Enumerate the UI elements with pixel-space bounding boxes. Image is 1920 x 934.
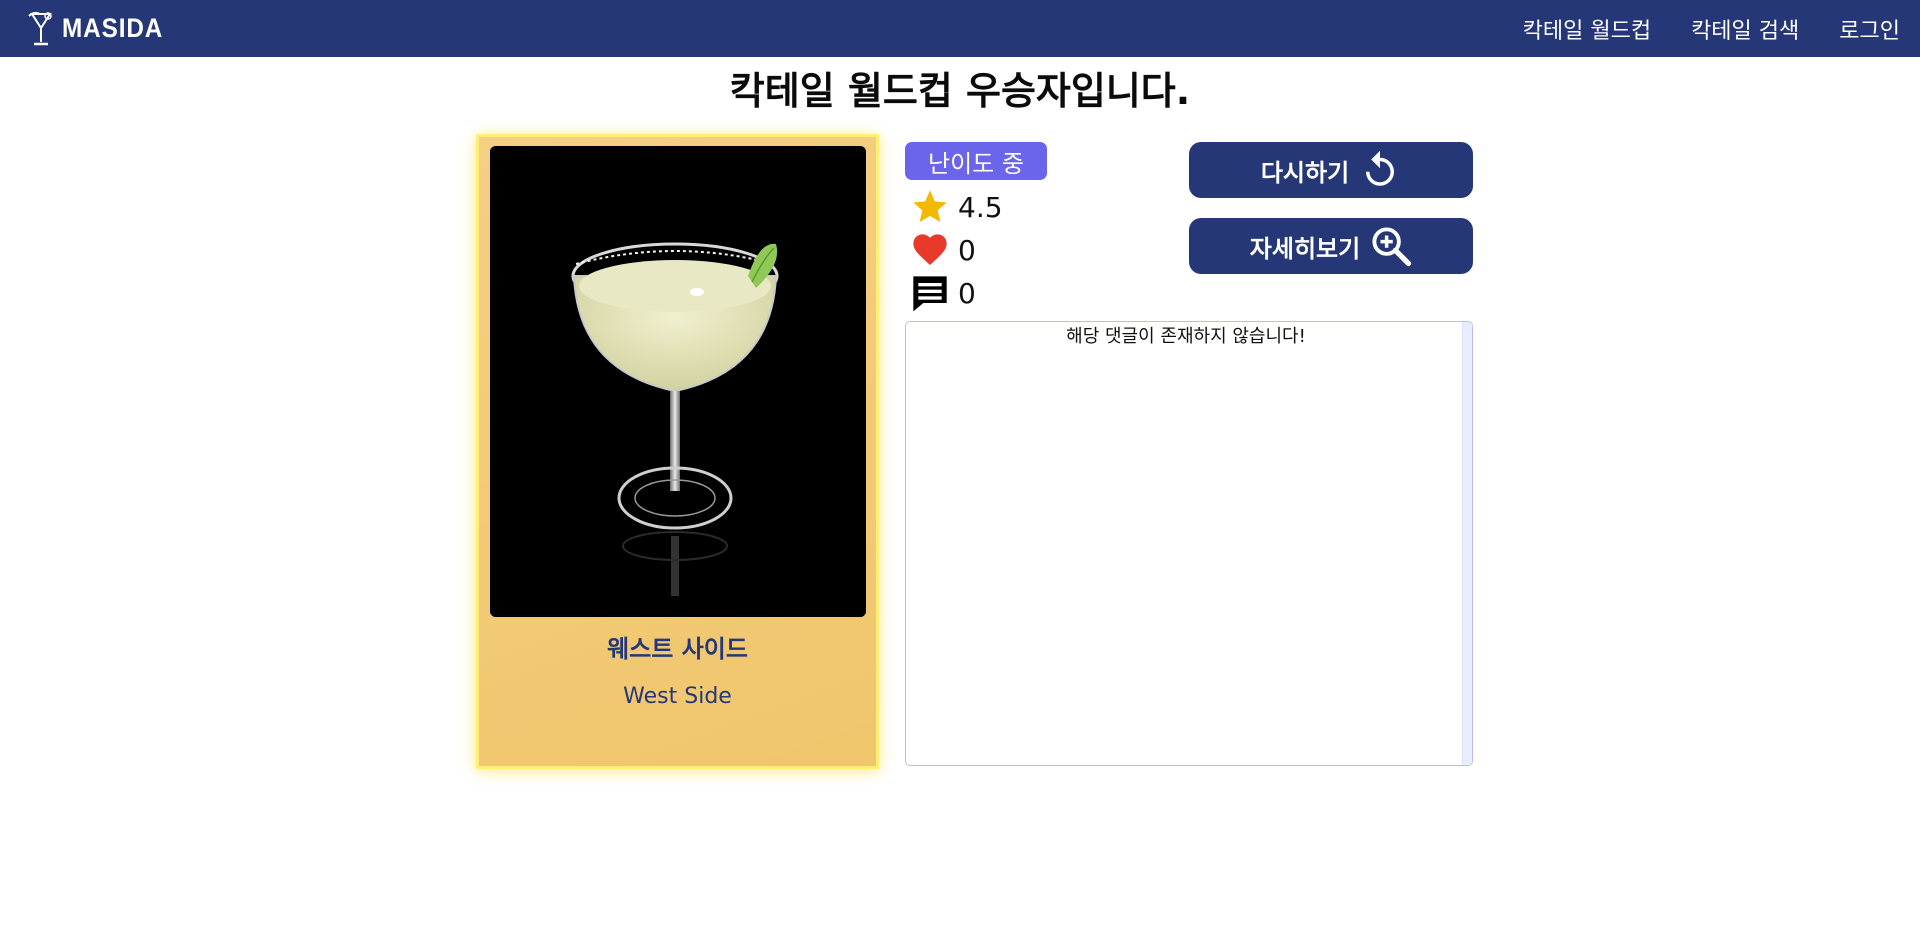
comments-stat: 0: [910, 273, 976, 313]
page-title: 칵테일 월드컵 우승자입니다.: [729, 69, 1191, 113]
difficulty-badge: 난이도 중: [905, 142, 1047, 180]
winner-card[interactable]: 웨스트 사이드 West Side: [476, 134, 879, 769]
likes-value: 0: [958, 233, 976, 267]
brand-logo[interactable]: Masida: [26, 10, 175, 48]
comment-scrollbar[interactable]: [1462, 322, 1472, 765]
refresh-icon: [1366, 150, 1395, 186]
nav-links: 칵테일 월드컵 칵테일 검색 로그인: [1483, 13, 1900, 45]
retry-button[interactable]: 다시하기: [1189, 142, 1473, 198]
likes-stat: 0: [910, 230, 976, 270]
details-button[interactable]: 자세히보기: [1189, 218, 1473, 274]
heart-icon[interactable]: [910, 230, 950, 270]
comments-value: 0: [958, 276, 976, 310]
cocktail-name-english: West Side: [623, 684, 732, 709]
navbar: Masida 칵테일 월드컵 칵테일 검색 로그인: [0, 0, 1920, 57]
cocktail-glass-icon: [28, 11, 52, 45]
rating-value: 4.5: [958, 190, 1003, 224]
brand-name: Masida: [62, 13, 164, 43]
star-icon: [913, 190, 947, 222]
comment-list[interactable]: 해당 댓글이 존재하지 않습니다!: [905, 321, 1473, 766]
comment-icon: [913, 276, 947, 312]
comment-empty-message: 해당 댓글이 존재하지 않습니다!: [1066, 326, 1306, 347]
magnify-plus-icon: [1372, 227, 1412, 267]
nav-link-search[interactable]: 칵테일 검색: [1691, 13, 1799, 45]
rating-stat: 4.5: [910, 187, 1003, 227]
details-button-label: 자세히보기: [1249, 234, 1361, 263]
cocktail-photo: [490, 146, 866, 617]
nav-link-worldcup[interactable]: 칵테일 월드컵: [1523, 13, 1651, 45]
cocktail-name-korean: 웨스트 사이드: [607, 635, 748, 663]
nav-link-login[interactable]: 로그인: [1839, 13, 1900, 45]
retry-button-label: 다시하기: [1260, 158, 1350, 187]
cocktail-image: [490, 146, 866, 617]
